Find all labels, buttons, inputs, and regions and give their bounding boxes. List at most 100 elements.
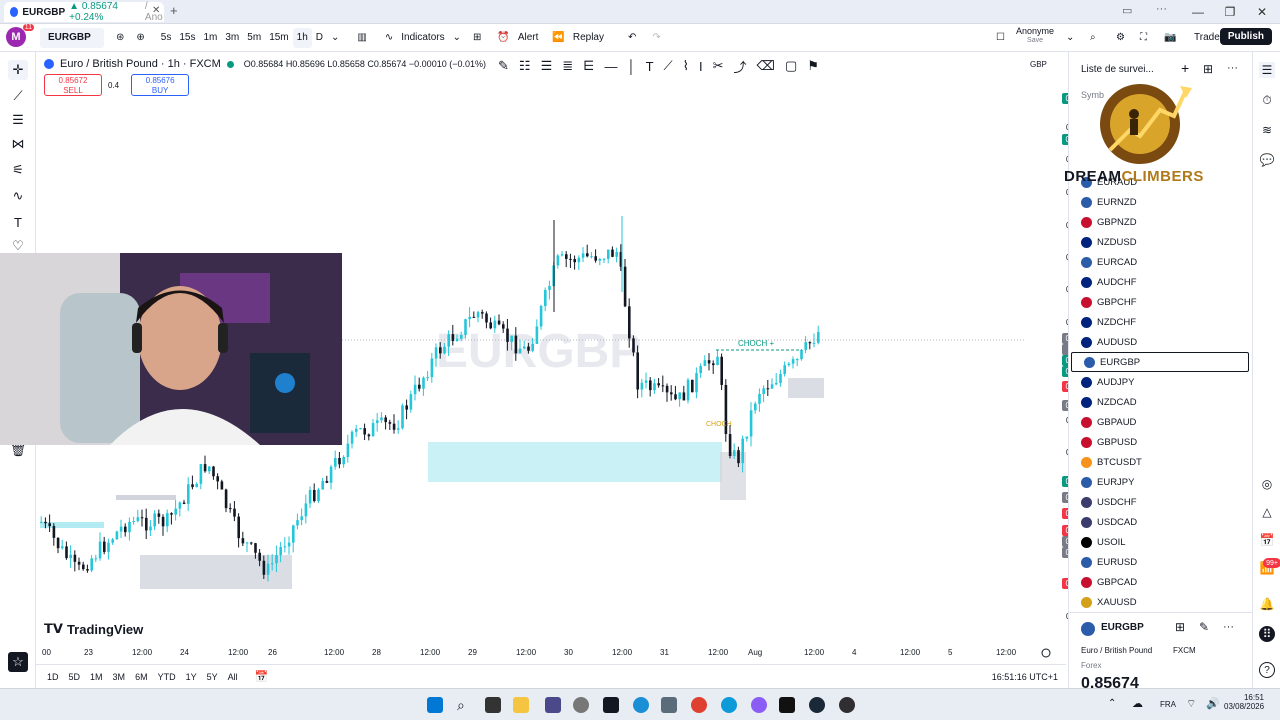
replay-button[interactable]: Replay xyxy=(569,28,608,48)
draw-flag-icon[interactable]: ⚑ xyxy=(807,58,819,74)
range-5d[interactable]: 5D xyxy=(64,672,86,682)
draw-eraser-icon[interactable]: ⌫ xyxy=(757,58,775,74)
trade-button[interactable]: Trade xyxy=(1190,28,1224,48)
watchlist-item-gbpchf[interactable]: GBPCHF xyxy=(1069,292,1253,312)
clock-label[interactable]: 16:51:16 UTC+1 xyxy=(992,672,1058,682)
text-tool-icon[interactable]: T xyxy=(8,212,28,232)
interval-D[interactable]: D xyxy=(312,28,327,48)
camera-snapshot-icon[interactable]: 📷 xyxy=(1160,28,1180,48)
draw-zigzag-icon[interactable]: ⌇ xyxy=(683,58,689,74)
watchlist-item-nzdcad[interactable]: NZDCAD xyxy=(1069,392,1253,412)
watchlist-item-usoil[interactable]: USOIL xyxy=(1069,532,1253,552)
watchlist-item-eurjpy[interactable]: EURJPY xyxy=(1069,472,1253,492)
watchlist-item-gbpusd[interactable]: GBPUSD xyxy=(1069,432,1253,452)
currency-selector[interactable]: GBP xyxy=(1030,60,1047,69)
crosshair-icon[interactable]: ✛ xyxy=(8,60,28,80)
chrome-app-icon[interactable] xyxy=(691,697,707,713)
taskbar-search-icon[interactable]: ⌕ xyxy=(457,697,473,713)
undo-icon[interactable]: ↶ xyxy=(624,28,640,48)
chat-icon[interactable]: 💬 xyxy=(1259,152,1275,168)
interval-15m[interactable]: 15m xyxy=(265,28,292,48)
help-icon[interactable]: ? xyxy=(1259,662,1275,678)
detail-edit-icon[interactable]: ✎ xyxy=(1199,620,1209,634)
steam-app-icon[interactable] xyxy=(809,697,825,713)
detail-grid-icon[interactable]: ⊞ xyxy=(1175,620,1185,634)
range-1y[interactable]: 1Y xyxy=(181,672,202,682)
interval-15s[interactable]: 15s xyxy=(175,28,199,48)
sell-button[interactable]: 0.85672 SELL xyxy=(44,74,102,96)
draw-vline-icon[interactable]: │ xyxy=(627,59,635,74)
tab-close-icon[interactable]: ✕ xyxy=(152,5,160,16)
edge-app-icon[interactable] xyxy=(633,697,649,713)
brush-icon[interactable]: ∿ xyxy=(8,186,28,206)
tradingview-app-icon[interactable] xyxy=(603,697,619,713)
watchlist-item-nzdchf[interactable]: NZDCHF xyxy=(1069,312,1253,332)
redo-icon[interactable]: ↷ xyxy=(648,28,664,48)
alerts-clock-icon[interactable]: ⏱ xyxy=(1259,92,1275,108)
candle-style-icon[interactable]: ▥ xyxy=(353,28,370,48)
interval-3m[interactable]: 3m xyxy=(221,28,243,48)
interval-1m[interactable]: 1m xyxy=(199,28,221,48)
task-view-icon[interactable] xyxy=(485,697,501,713)
draw-channel-icon[interactable]: ☰ xyxy=(541,58,553,74)
indicators-chevron-down-icon[interactable]: ⌄ xyxy=(449,28,465,48)
watchlist-item-usdchf[interactable]: USDCHF xyxy=(1069,492,1253,512)
tray-lang[interactable]: FRA xyxy=(1160,700,1176,709)
alert-clock-icon[interactable]: ⏰ xyxy=(493,28,513,48)
tablet-icon[interactable]: ▭ xyxy=(1122,4,1132,17)
watchlist-add-icon[interactable]: + xyxy=(1181,60,1189,76)
indicators-button[interactable]: Indicators xyxy=(397,28,448,48)
range-1d[interactable]: 1D xyxy=(42,672,64,682)
watchlist-item-gbpcad[interactable]: GBPCAD xyxy=(1069,572,1253,592)
close-window-icon[interactable]: ✕ xyxy=(1248,2,1276,22)
position-tools-icon[interactable]: ⚟ xyxy=(8,160,28,180)
file-explorer-icon[interactable] xyxy=(513,697,529,713)
watchlist-item-eurnzd[interactable]: EURNZD xyxy=(1069,192,1253,212)
interval-1h[interactable]: 1h xyxy=(292,27,312,48)
tray-clock[interactable]: 16:51 03/08/2026 xyxy=(1224,693,1264,711)
publish-button[interactable]: Publish xyxy=(1219,28,1272,45)
watchlist-more-icon[interactable]: ··· xyxy=(1227,62,1238,74)
tray-volume-icon[interactable]: 🔊 xyxy=(1206,697,1220,710)
range-all[interactable]: All xyxy=(223,672,243,682)
draw-lines-icon[interactable]: ☷ xyxy=(519,58,531,74)
watchlist-list-icon[interactable]: ☰ xyxy=(1259,62,1275,78)
alert-button[interactable]: Alert xyxy=(514,28,543,48)
interval-5m[interactable]: 5m xyxy=(243,28,265,48)
layout-chevron-down-icon[interactable]: ⌄ xyxy=(1062,28,1078,48)
layout-checkbox-icon[interactable]: ☐ xyxy=(992,28,1009,48)
bell-icon[interactable]: 🔔 xyxy=(1259,596,1275,612)
date-range-calendar-icon[interactable]: 📅 xyxy=(255,670,269,683)
draw-cross-icon[interactable]: ✂ xyxy=(713,58,724,74)
symbol-search-button[interactable]: EURGBP xyxy=(40,27,104,48)
indicators-icon[interactable]: ∿ xyxy=(381,28,397,48)
watchlist-item-gbpnzd[interactable]: GBPNZD xyxy=(1069,212,1253,232)
range-3m[interactable]: 3M xyxy=(108,672,131,682)
capcut-app-icon[interactable] xyxy=(779,697,795,713)
range-6m[interactable]: 6M xyxy=(130,672,153,682)
settings-gear-icon[interactable]: ⚙ xyxy=(1112,28,1129,48)
settings-app-icon[interactable] xyxy=(573,697,589,713)
watchlist-item-gbpaud[interactable]: GBPAUD xyxy=(1069,412,1253,432)
more-icon[interactable]: ··· xyxy=(1156,3,1167,15)
draw-curve-icon[interactable]: ⤴ xyxy=(734,57,747,76)
favorites-star-icon[interactable]: ☆ xyxy=(8,652,28,672)
tray-wifi-icon[interactable]: ⌔ xyxy=(1186,697,1196,711)
draw-text-icon[interactable]: T xyxy=(646,59,654,74)
layout-name[interactable]: Anonyme Save xyxy=(1016,27,1054,45)
tray-onedrive-icon[interactable]: ☁ xyxy=(1132,697,1143,710)
watchlist-layout-icon[interactable]: ⊞ xyxy=(1203,62,1213,76)
range-1m[interactable]: 1M xyxy=(85,672,108,682)
apps-grid-icon[interactable]: ⠿ xyxy=(1259,626,1275,642)
watchlist-item-eurgbp[interactable]: EURGBP xyxy=(1071,352,1249,372)
interval-dropdown-chevron-down-icon[interactable]: ⌄ xyxy=(327,28,343,48)
interval-5s[interactable]: 5s xyxy=(157,28,176,48)
replay-icon[interactable]: ⏪ xyxy=(548,28,568,48)
watchlist-title[interactable]: Liste de survei... xyxy=(1081,64,1154,75)
range-ytd[interactable]: YTD xyxy=(153,672,181,682)
new-tab-icon[interactable]: + xyxy=(170,3,178,18)
edge-browser-icon[interactable] xyxy=(721,697,737,713)
detail-symbol[interactable]: EURGBP xyxy=(1101,622,1144,633)
watchlist-item-usdcad[interactable]: USDCAD xyxy=(1069,512,1253,532)
windows-start-icon[interactable] xyxy=(427,697,443,713)
